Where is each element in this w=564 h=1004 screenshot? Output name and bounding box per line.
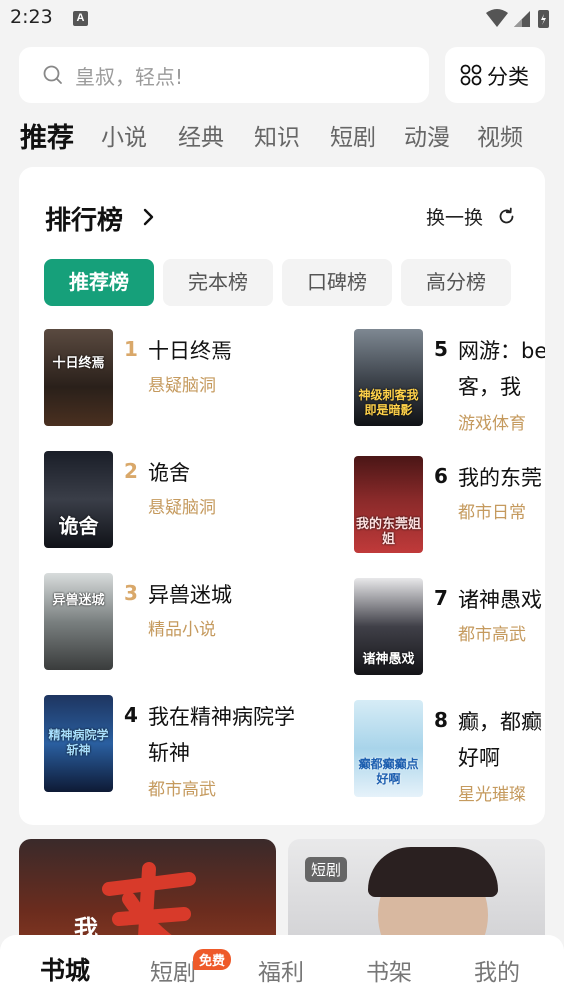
book-cover: 诡舍 xyxy=(44,451,113,548)
book-genre: 都市高武 xyxy=(148,780,216,800)
book-cover: 我的东莞姐姐 xyxy=(354,456,423,553)
subtab-reputation[interactable]: 口碑榜 xyxy=(282,259,392,306)
notification-app-icon: A xyxy=(73,11,88,26)
short-drama-badge: 短剧 xyxy=(305,857,348,882)
rank-number: 7 xyxy=(434,586,448,610)
book-title: 我在精神病院学 xyxy=(148,705,295,729)
tab-short-drama[interactable]: 短剧 xyxy=(330,118,376,152)
list-item[interactable]: 癫都癫癫点好啊 8 癫，都癫 好啊 星光璀璨 xyxy=(354,700,545,805)
book-genre: 精品小说 xyxy=(148,620,216,640)
book-genre: 悬疑脑洞 xyxy=(148,376,216,396)
ranking-title[interactable]: 排行榜 xyxy=(45,200,123,237)
book-title-line2: 客，我 xyxy=(458,375,521,399)
book-genre: 星光璀璨 xyxy=(458,785,526,805)
book-cover: 异兽迷城 xyxy=(44,573,113,670)
status-icons xyxy=(484,8,554,34)
list-item[interactable]: 诡舍 2 诡舍 悬疑脑洞 xyxy=(44,451,334,551)
book-title: 诡舍 xyxy=(148,461,190,485)
list-item[interactable]: 诸神愚戏 7 诸神愚戏 都市高武 xyxy=(354,578,545,678)
book-title: 诸神愚戏 xyxy=(458,588,542,612)
book-title: 十日终焉 xyxy=(148,339,232,363)
free-badge: 免费 xyxy=(193,949,232,970)
category-button[interactable]: 分类 xyxy=(445,47,545,103)
book-genre: 悬疑脑洞 xyxy=(148,498,216,518)
nav-bookstore[interactable]: 书城 xyxy=(40,951,90,987)
rank-number: 2 xyxy=(124,459,138,483)
refresh-button[interactable]: 换一换 xyxy=(426,203,483,230)
book-title-line2: 斩神 xyxy=(148,741,190,765)
tab-classic[interactable]: 经典 xyxy=(178,118,224,152)
ranking-card: 排行榜 换一换 推荐榜 完本榜 口碑榜 高分榜 十日终焉 1 十日终焉 悬疑脑洞… xyxy=(19,167,545,825)
book-title: 网游：being xyxy=(458,339,545,363)
rank-number: 4 xyxy=(124,703,138,727)
nav-mine[interactable]: 我的 xyxy=(474,953,520,987)
cell-signal-icon xyxy=(514,11,530,27)
list-item[interactable]: 十日终焉 1 十日终焉 悬疑脑洞 xyxy=(44,329,334,429)
subtab-recommend[interactable]: 推荐榜 xyxy=(44,259,154,306)
category-label: 分类 xyxy=(487,65,529,89)
book-cover: 十日终焉 xyxy=(44,329,113,426)
rank-number: 1 xyxy=(124,337,138,361)
search-input[interactable]: 皇叔，轻点! xyxy=(19,47,429,103)
nav-welfare[interactable]: 福利 xyxy=(258,953,304,987)
tab-novel[interactable]: 小说 xyxy=(101,118,147,152)
wifi-icon xyxy=(486,9,508,27)
bottom-nav: 书城 短剧 免费 福利 书架 我的 xyxy=(0,935,564,1004)
rank-number: 6 xyxy=(434,464,448,488)
book-cover: 癫都癫癫点好啊 xyxy=(354,700,423,797)
hair-image xyxy=(368,847,498,897)
subtab-complete[interactable]: 完本榜 xyxy=(163,259,273,306)
book-title: 癫，都癫 xyxy=(458,710,542,734)
search-icon xyxy=(43,65,62,84)
book-cover: 诸神愚戏 xyxy=(354,578,423,675)
book-cover: 神级刺客我即是暗影 xyxy=(354,329,423,426)
book-cover: 精神病院学斩神 xyxy=(44,695,113,792)
book-genre: 都市高武 xyxy=(458,625,526,645)
nav-bookshelf[interactable]: 书架 xyxy=(366,953,412,987)
subtab-high-score[interactable]: 高分榜 xyxy=(401,259,511,306)
status-time: 2:23 xyxy=(10,6,53,28)
book-title-line2: 好啊 xyxy=(458,746,500,770)
rank-number: 5 xyxy=(434,337,448,361)
rank-number: 8 xyxy=(434,708,448,732)
tab-anime[interactable]: 动漫 xyxy=(404,118,450,152)
tab-video[interactable]: 视频 xyxy=(477,118,523,152)
refresh-icon[interactable] xyxy=(497,207,516,226)
book-genre: 游戏体育 xyxy=(458,414,526,434)
rank-number: 3 xyxy=(124,581,138,605)
list-item[interactable]: 异兽迷城 3 异兽迷城 精品小说 xyxy=(44,573,334,673)
nav-short-drama[interactable]: 短剧 xyxy=(150,953,196,987)
list-item[interactable]: 精神病院学斩神 4 我在精神病院学 斩神 都市高武 xyxy=(44,695,334,800)
tab-knowledge[interactable]: 知识 xyxy=(254,118,300,152)
search-placeholder: 皇叔，轻点! xyxy=(75,65,184,89)
book-genre: 都市日常 xyxy=(458,503,526,523)
book-title: 我的东莞 xyxy=(458,466,542,490)
list-item[interactable]: 我的东莞姐姐 6 我的东莞 都市日常 xyxy=(354,456,545,556)
book-title: 异兽迷城 xyxy=(148,583,232,607)
tab-recommend[interactable]: 推荐 xyxy=(20,116,74,155)
grid-icon xyxy=(460,64,482,86)
chevron-right-icon[interactable] xyxy=(143,208,155,226)
battery-icon xyxy=(538,10,549,28)
status-bar: 2:23 A xyxy=(0,0,564,38)
